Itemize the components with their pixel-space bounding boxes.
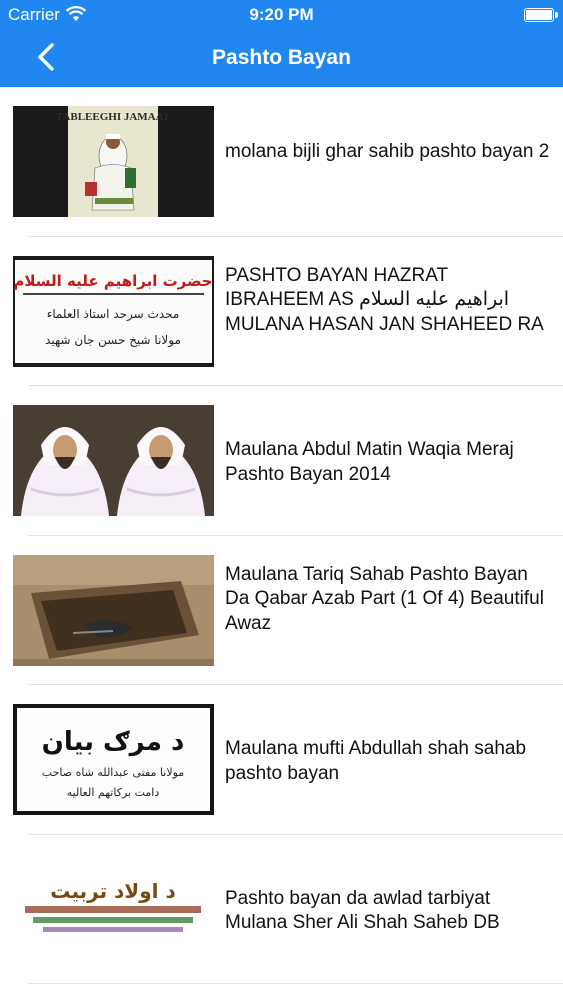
video-row[interactable]: TABLEEGHI JAMAAT molana bijli ghar sahib… bbox=[0, 87, 563, 237]
clock: 9:20 PM bbox=[249, 5, 314, 24]
status-bar: Carrier 9:20 PM bbox=[0, 0, 563, 30]
video-row[interactable]: حضرت ابراهیم علیه السلام محدث سرحد استاذ… bbox=[0, 236, 563, 386]
video-title: Maulana Abdul Matin Waqia Meraj Pashto B… bbox=[225, 439, 514, 485]
video-title: Maulana mufti Abdullah shah sahab pashto… bbox=[225, 738, 527, 784]
video-thumbnail bbox=[13, 405, 214, 516]
battery-level bbox=[526, 10, 552, 20]
thumbnail-line: د اولاد تربیت bbox=[50, 879, 175, 903]
battery-icon bbox=[524, 8, 554, 22]
video-title: PASHTO BAYAN HAZRAT IBRAHEEM AS ابراهیم … bbox=[225, 264, 544, 335]
video-thumbnail: د مرګ بیان مولانا مفتی عبدالله شاه صاحب … bbox=[13, 704, 214, 815]
video-list: TABLEEGHI JAMAAT molana bijli ghar sahib… bbox=[0, 87, 563, 984]
thumbnail-line: محدث سرحد استاذ العلماء bbox=[47, 307, 180, 322]
thumbnail-line: دامت برکاتهم العالیه bbox=[67, 786, 160, 799]
video-row[interactable]: د مرګ بیان مولانا مفتی عبدالله شاه صاحب … bbox=[0, 685, 563, 835]
video-title: Pashto bayan da awlad tarbiyat Mulana Sh… bbox=[225, 887, 500, 934]
video-title: Maulana Tariq Sahab Pashto Bayan Da Qaba… bbox=[225, 563, 544, 634]
row-divider bbox=[28, 983, 563, 984]
battery-tip bbox=[555, 12, 558, 18]
grave-image bbox=[13, 554, 214, 666]
video-thumbnail: د اولاد تربیت bbox=[13, 853, 214, 965]
page-title: Pashto Bayan bbox=[212, 46, 351, 69]
thumbnail-line: حضرت ابراهیم علیه السلام bbox=[13, 272, 212, 290]
death-lecture-image: د مرګ بیان مولانا مفتی عبدالله شاه صاحب … bbox=[13, 704, 214, 815]
video-row[interactable]: د اولاد تربیت Pashto bayan da awlad tarb… bbox=[0, 834, 563, 984]
navigation-bar: Carrier 9:20 PM Pashto Bayan bbox=[0, 0, 563, 87]
video-title: molana bijli ghar sahib pashto bayan 2 bbox=[225, 141, 550, 162]
awlad-tarbiyat-image: د اولاد تربیت bbox=[13, 853, 214, 965]
video-thumbnail bbox=[13, 554, 214, 666]
video-thumbnail: TABLEEGHI JAMAAT bbox=[13, 106, 214, 217]
thumbnail-line: مولانا مفتی عبدالله شاه صاحب bbox=[42, 766, 185, 779]
thumbnail-line: د مرګ بیان bbox=[42, 727, 185, 757]
thumbnail-line: مولانا شیخ حسن جان شهید bbox=[45, 333, 181, 348]
two-scholars-image bbox=[13, 405, 214, 516]
video-row[interactable]: Maulana Abdul Matin Waqia Meraj Pashto B… bbox=[0, 386, 563, 536]
tableeghi-jamaat-image: TABLEEGHI JAMAAT bbox=[13, 106, 214, 217]
video-row[interactable]: Maulana Tariq Sahab Pashto Bayan Da Qaba… bbox=[0, 535, 563, 685]
video-thumbnail: حضرت ابراهیم علیه السلام محدث سرحد استاذ… bbox=[13, 255, 214, 367]
hazrat-ibraheem-image: حضرت ابراهیم علیه السلام محدث سرحد استاذ… bbox=[13, 255, 214, 367]
thumbnail-caption: TABLEEGHI JAMAAT bbox=[56, 111, 171, 123]
